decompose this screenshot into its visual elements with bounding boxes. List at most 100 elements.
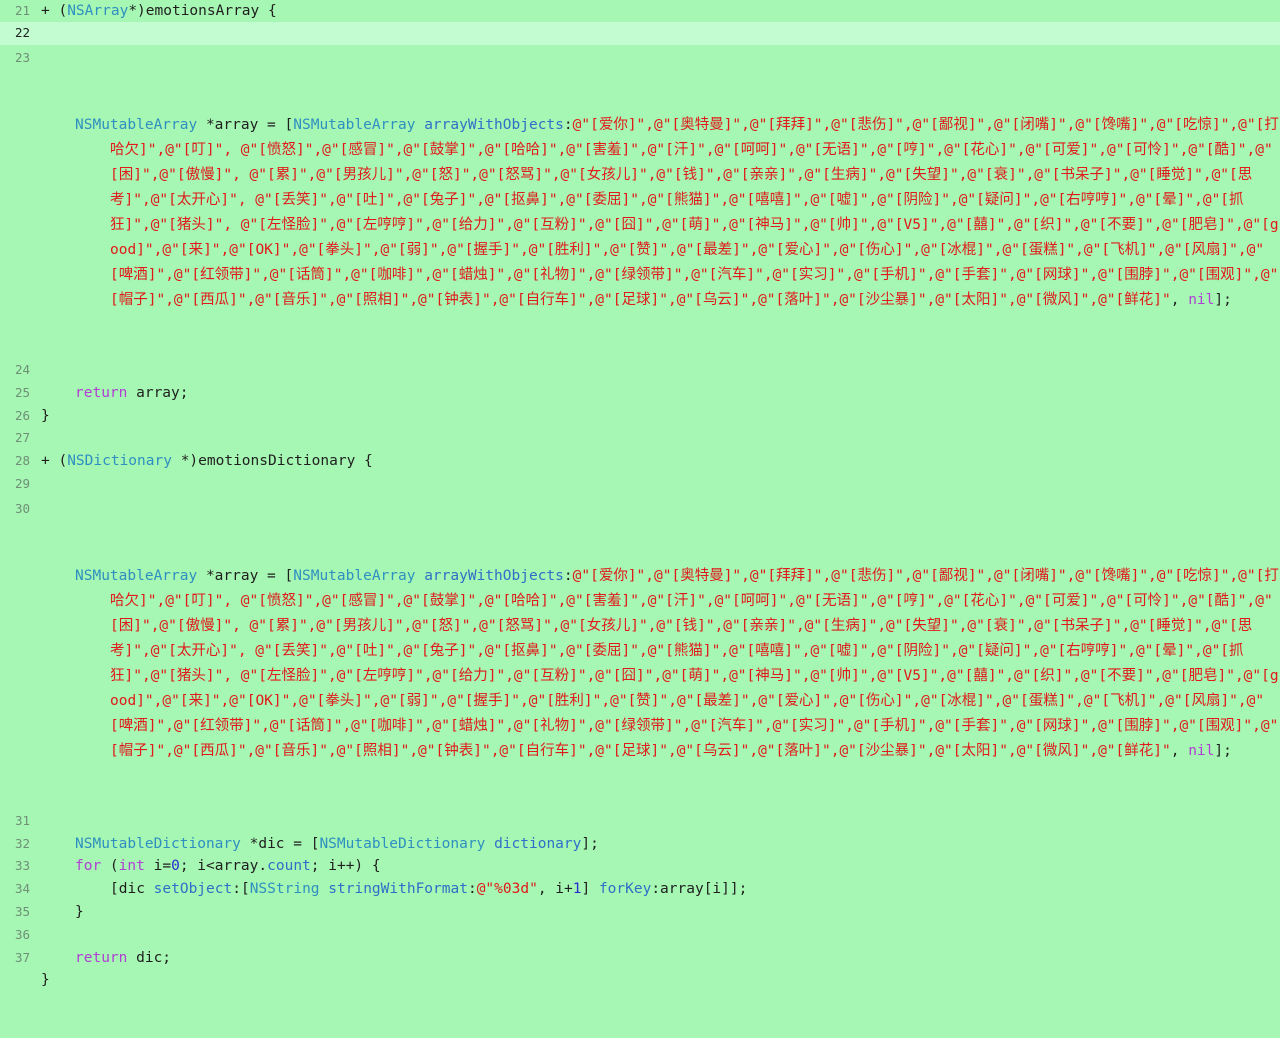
type-token: NSMutableDictionary	[319, 835, 486, 852]
keyword-token: return	[75, 949, 128, 966]
code-token: ];	[581, 835, 599, 852]
code-token: ];	[1214, 292, 1232, 309]
code-text: NSMutableArray *array = [NSMutableArray …	[75, 113, 1280, 313]
number-token: 1	[572, 881, 582, 898]
method-token: forKey	[598, 881, 652, 898]
code-token: ,	[1170, 292, 1189, 309]
code-text: NSMutableDictionary *dic = [NSMutableDic…	[75, 833, 1276, 856]
string-literal: @"[爱你]",@"[奥特曼]",@"[拜拜]",@"[悲伤]",@"[鄙视]"…	[110, 117, 1279, 309]
code-token: ]	[581, 881, 599, 898]
keyword-token: return	[75, 384, 128, 401]
code-line-27[interactable]: 27	[0, 427, 1280, 450]
code-token: *dic = [	[240, 835, 320, 852]
code-line-32[interactable]: 32 NSMutableDictionary *dic = [NSMutable…	[0, 833, 1280, 856]
code-token: *)emotionsArray {	[128, 3, 277, 19]
code-line-23[interactable]: 23 NSMutableArray *array = [NSMutableArr…	[0, 45, 1280, 359]
type-token: NSMutableArray	[293, 117, 416, 134]
method-token: dictionary	[494, 835, 582, 852]
code-token: *array = [	[197, 568, 294, 585]
number-token: 0	[171, 858, 180, 875]
code-text: + (NSArray*)emotionsArray {	[41, 0, 1276, 23]
code-token: + (	[41, 3, 68, 19]
keyword-token: int	[118, 858, 145, 875]
line-number: 37	[14, 949, 30, 965]
string-literal: @"[爱你]",@"[奥特曼]",@"[拜拜]",@"[悲伤]",@"[鄙视]"…	[110, 568, 1279, 760]
line-number: 22	[14, 25, 30, 40]
code-token: :	[467, 881, 477, 898]
code-text: return array;	[75, 382, 1276, 405]
type-token: NSArray	[67, 3, 129, 19]
code-text: }	[41, 969, 1276, 992]
code-line-31[interactable]: 31	[0, 810, 1280, 833]
code-token: , i+	[537, 881, 573, 898]
code-token: (	[101, 858, 119, 875]
line-number: 25	[14, 384, 30, 400]
code-line-30[interactable]: 30 NSMutableArray *array = [NSMutableArr…	[0, 496, 1280, 810]
code-text: + (NSDictionary *)emotionsDictionary {	[41, 450, 1276, 473]
code-token: :	[563, 568, 573, 585]
code-line-24[interactable]: 24	[0, 359, 1280, 382]
code-token: + (	[41, 453, 68, 470]
method-token: arrayWithObjects	[424, 568, 564, 585]
line-number: 24	[14, 361, 30, 377]
line-number: 26	[14, 407, 30, 423]
keyword-token: for	[75, 858, 102, 875]
code-token: ; i<array.	[179, 858, 268, 875]
code-text: }	[75, 901, 1276, 924]
line-number: 32	[14, 835, 30, 851]
code-line-33[interactable]: 33 for (int i=0; i<array.count; i++) {	[0, 855, 1280, 878]
code-text: return dic;	[75, 947, 1276, 970]
line-number: 31	[14, 812, 30, 828]
method-token: arrayWithObjects	[424, 117, 564, 134]
code-token: *)emotionsDictionary {	[171, 453, 373, 470]
line-number: 34	[14, 881, 30, 897]
keyword-token: nil	[1188, 743, 1215, 760]
code-line-34[interactable]: 34 [dic setObject:[NSString stringWithFo…	[0, 878, 1280, 901]
code-token: :	[563, 117, 573, 134]
method-token: setObject	[153, 881, 233, 898]
type-token: NSMutableArray	[75, 568, 198, 585]
type-token: NSMutableArray	[75, 117, 198, 134]
line-number: 33	[14, 858, 30, 874]
code-token: [dic	[110, 881, 154, 898]
code-text: }	[41, 405, 1276, 428]
line-number: 30	[14, 500, 30, 516]
code-token: }	[41, 407, 50, 424]
method-token: stringWithFormat	[328, 881, 468, 898]
line-number: 35	[14, 903, 30, 919]
keyword-token: nil	[1188, 292, 1215, 309]
code-token: ; i++) {	[310, 858, 381, 875]
code-line-28[interactable]: 28 + (NSDictionary *)emotionsDictionary …	[0, 450, 1280, 473]
code-line-22-current[interactable]: 22	[0, 22, 1280, 45]
type-token: NSDictionary	[67, 453, 172, 470]
code-line-29[interactable]: 29	[0, 473, 1280, 496]
code-token: *array = [	[197, 117, 294, 134]
line-number: 21	[14, 3, 30, 18]
line-number: 29	[14, 475, 30, 491]
code-token: }	[41, 972, 50, 989]
code-text: for (int i=0; i<array.count; i++) {	[75, 855, 1276, 878]
code-line-35[interactable]: 35 }	[0, 901, 1280, 924]
code-line-25[interactable]: 25 return array;	[0, 382, 1280, 405]
code-token: dic;	[127, 949, 172, 966]
code-token: array;	[127, 384, 189, 401]
line-number: 36	[14, 926, 30, 942]
code-line-26[interactable]: 26 }	[0, 405, 1280, 428]
code-line-36[interactable]: 36	[0, 924, 1280, 947]
line-number: 28	[14, 453, 30, 469]
code-token: ,	[1170, 743, 1189, 760]
code-token: :[	[232, 881, 250, 898]
line-number: 23	[14, 50, 30, 65]
code-token: ];	[1214, 743, 1232, 760]
code-token: :array[i]];	[651, 881, 748, 898]
code-line-37[interactable]: 37 return dic;	[0, 947, 1280, 970]
code-editor[interactable]: 21 + (NSArray*)emotionsArray { 22 23 NSM…	[0, 0, 1280, 988]
code-token: i=	[144, 858, 172, 875]
code-line-38[interactable]: }	[0, 969, 1280, 992]
property-token: count	[267, 858, 311, 875]
code-text: [dic setObject:[NSString stringWithForma…	[110, 878, 1276, 901]
line-number: 27	[14, 430, 30, 446]
code-token: }	[75, 903, 84, 920]
code-line-21[interactable]: 21 + (NSArray*)emotionsArray {	[0, 0, 1280, 22]
code-text: NSMutableArray *array = [NSMutableArray …	[75, 564, 1280, 764]
